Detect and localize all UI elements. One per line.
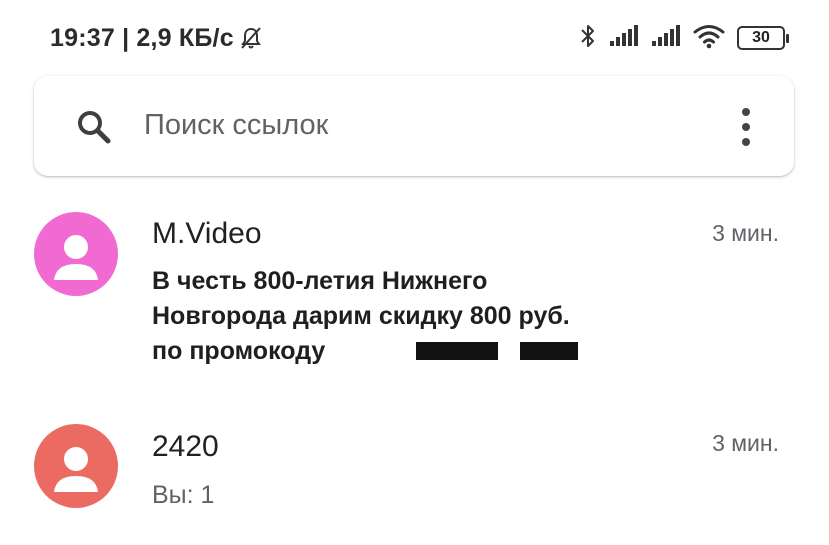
status-time-speed: 19:37 | 2,9 КБ/с	[50, 24, 234, 52]
conversation-time: 3 мин.	[712, 220, 779, 246]
conversation-time: 3 мин.	[712, 430, 779, 456]
status-bar: 19:37 | 2,9 КБ/с 30	[0, 0, 829, 76]
avatar[interactable]	[34, 212, 118, 296]
search-input[interactable]: Поиск ссылок	[144, 109, 328, 142]
conversation-item[interactable]: M.Video 3 мин. В честь 800-летия Нижнего…	[0, 200, 829, 390]
conversation-snippet: Вы: 1	[152, 481, 215, 509]
bluetooth-icon	[579, 23, 597, 54]
conversation-item[interactable]: 2420 3 мин. Вы: 1	[0, 410, 829, 530]
snippet-line: Новгорода дарим скидку 800 руб.	[152, 302, 570, 330]
wifi-icon	[693, 23, 725, 54]
bell-off-icon	[238, 25, 264, 56]
search-bar[interactable]: Поиск ссылок	[34, 76, 794, 176]
avatar[interactable]	[34, 424, 118, 508]
status-icons: 30	[579, 23, 789, 54]
person-icon	[54, 447, 98, 492]
conversation-name: 2420	[152, 430, 219, 463]
signal-icon	[651, 24, 681, 53]
search-icon[interactable]	[74, 107, 114, 147]
more-vert-icon[interactable]	[736, 106, 756, 148]
person-icon	[54, 235, 98, 280]
snippet-line: В честь 800-летия Нижнего	[152, 267, 488, 295]
signal-icon	[609, 24, 639, 53]
redaction-block	[416, 342, 498, 360]
redaction-block	[520, 342, 578, 360]
conversation-name: M.Video	[152, 217, 262, 250]
battery-icon: 30	[737, 26, 789, 50]
